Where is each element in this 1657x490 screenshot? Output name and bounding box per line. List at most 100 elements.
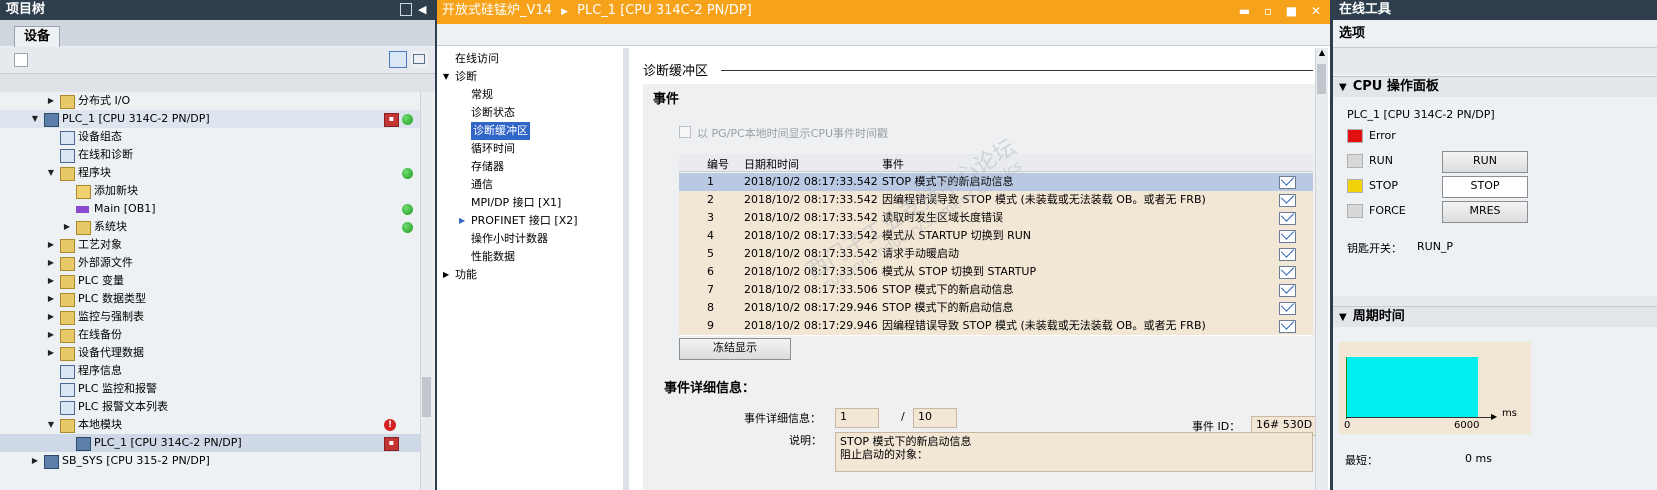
collapsed-icon[interactable]: ▶: [46, 272, 56, 290]
tree-item[interactable]: ▶ PLC 变量: [0, 272, 420, 290]
expanded-icon[interactable]: ▼: [30, 110, 40, 128]
mode-button-stop[interactable]: STOP: [1442, 176, 1528, 198]
section-title: 诊断缓冲区: [643, 64, 709, 79]
scroll-up-icon[interactable]: ▲: [1317, 48, 1327, 62]
tree-item[interactable]: Main [OB1]: [0, 200, 420, 218]
key-switch-label: 钥匙开关：: [1347, 242, 1402, 255]
tree-item[interactable]: ▼ 程序块: [0, 164, 420, 182]
collapse-cycle-time-icon[interactable]: ▼: [1339, 312, 1347, 323]
section-rule: [721, 70, 1313, 71]
tree-item[interactable]: ▼ 本地模块!: [0, 416, 420, 434]
tree-item[interactable]: ▶ 系统块: [0, 218, 420, 236]
table-row[interactable]: 2 2018/10/2 08:17:33.542 因编程错误导致 STOP 模式 (…: [679, 191, 1313, 210]
table-row[interactable]: 9 2018/10/2 08:17:29.946 因编程错误导致 STOP 模式 (…: [679, 317, 1313, 336]
led-stop: [1347, 179, 1363, 193]
expanded-icon[interactable]: ▼: [46, 416, 56, 434]
table-view-icon[interactable]: [389, 51, 407, 68]
tree-item[interactable]: PLC_1 [CPU 314C-2 PN/DP] ▪: [0, 434, 420, 452]
collapsed-icon[interactable]: ▶: [46, 326, 56, 344]
tree-item[interactable]: 设备组态: [0, 128, 420, 146]
collapsed-icon[interactable]: ▶: [30, 452, 40, 470]
tree-header: [0, 74, 435, 92]
status-ok-icon: [402, 204, 413, 215]
mode-button-run[interactable]: RUN: [1442, 151, 1528, 173]
collapsed-icon[interactable]: ▶: [46, 254, 56, 272]
collapsed-icon[interactable]: ▶: [62, 218, 72, 236]
tree-item[interactable]: 在线和诊断: [0, 146, 420, 164]
collapsed-icon[interactable]: ▶: [46, 308, 56, 326]
open-block-icon[interactable]: [1279, 194, 1296, 207]
open-block-icon[interactable]: [1279, 266, 1296, 279]
cell-datetime: 2018/10/2 08:17:33.542: [744, 193, 878, 206]
tree-item[interactable]: 添加新块: [0, 182, 420, 200]
open-block-icon[interactable]: [1279, 320, 1296, 333]
collapse-panel-icon[interactable]: ◀: [418, 3, 426, 16]
open-block-icon[interactable]: [1279, 284, 1296, 297]
tree-item[interactable]: ▶ 分布式 I/O: [0, 92, 420, 110]
content-scroll-thumb[interactable]: [1317, 64, 1326, 94]
tree-item[interactable]: ▶ 外部源文件: [0, 254, 420, 272]
collapsed-icon[interactable]: ▶: [46, 290, 56, 308]
new-item-icon[interactable]: [14, 53, 28, 67]
description-line-2: 阻止启动的对象：: [840, 448, 928, 461]
open-block-icon[interactable]: [1279, 212, 1296, 225]
expanded-icon[interactable]: ▼: [46, 164, 56, 182]
collapsed-icon[interactable]: ▶: [46, 344, 56, 362]
event-details-label: 事件详细信息：: [744, 412, 821, 425]
table-row[interactable]: 8 2018/10/2 08:17:29.946 STOP 模式下的新启动信息: [679, 299, 1313, 318]
tab-devices[interactable]: 设备: [14, 26, 60, 47]
tab-strip: [0, 20, 435, 46]
table-row[interactable]: 4 2018/10/2 08:17:33.542 模式从 STARTUP 切换到 R…: [679, 227, 1313, 246]
open-block-icon[interactable]: [1279, 302, 1296, 315]
shortest-label: 最短：: [1345, 454, 1378, 467]
tree-item-label: 本地模块: [78, 418, 122, 431]
split-view-icon[interactable]: [400, 3, 412, 16]
content-scrollbar[interactable]: ▲: [1315, 48, 1328, 490]
tree-item[interactable]: ▶ 设备代理数据: [0, 344, 420, 362]
tree-item[interactable]: ▼ PLC_1 [CPU 314C-2 PN/DP] ▪: [0, 110, 420, 128]
tree-item[interactable]: ▶ SB_SYS [CPU 315-2 PN/DP]: [0, 452, 420, 470]
tree-scroll-thumb[interactable]: [422, 377, 431, 417]
tree-item[interactable]: ▶ 工艺对象: [0, 236, 420, 254]
cpu-panel-header[interactable]: ▼ CPU 操作面板: [1333, 76, 1657, 97]
col-number-header[interactable]: 编号: [707, 156, 729, 172]
breadcrumb-project[interactable]: 开放式硅锰炉_V14: [442, 3, 552, 18]
tree-item[interactable]: ▶ 在线备份: [0, 326, 420, 344]
open-block-icon[interactable]: [1279, 176, 1296, 189]
open-block-icon[interactable]: [1279, 248, 1296, 261]
tree-scrollbar[interactable]: [420, 92, 433, 490]
collapsed-icon[interactable]: ▶: [46, 236, 56, 254]
tree-item-label: PLC 变量: [78, 274, 124, 287]
collapsed-icon[interactable]: ▶: [46, 92, 56, 110]
tree-item[interactable]: 程序信息: [0, 362, 420, 380]
table-row[interactable]: 7 2018/10/2 08:17:33.506 STOP 模式下的新启动信息: [679, 281, 1313, 300]
status-ok-icon: [402, 168, 413, 179]
col-datetime-header[interactable]: 日期和时间: [744, 156, 799, 172]
collapsed-icon[interactable]: ▶: [443, 266, 449, 284]
event-details-index[interactable]: 1: [835, 408, 879, 428]
freeze-display-button[interactable]: 冻结显示: [679, 338, 791, 360]
expanded-icon[interactable]: ▼: [443, 68, 449, 86]
table-row[interactable]: 6 2018/10/2 08:17:33.506 模式从 STOP 切换到 STAR…: [679, 263, 1313, 282]
local-time-checkbox[interactable]: [679, 126, 691, 138]
online-tools-title: 在线工具: [1333, 0, 1657, 20]
mode-button-mres[interactable]: MRES: [1442, 201, 1528, 223]
led-run: [1347, 154, 1363, 168]
breadcrumb-plc[interactable]: PLC_1 [CPU 314C-2 PN/DP]: [577, 3, 752, 18]
table-row[interactable]: 5 2018/10/2 08:17:33.542 请求手动暖启动: [679, 245, 1313, 264]
table-row[interactable]: 3 2018/10/2 08:17:33.542 读取时发生区域长度错误: [679, 209, 1313, 228]
open-block-icon[interactable]: [1279, 230, 1296, 243]
collapsed-icon[interactable]: ▶: [459, 212, 465, 230]
tree-item[interactable]: ▶ 监控与强制表: [0, 308, 420, 326]
led-force: [1347, 204, 1363, 218]
window-controls[interactable]: ▬ ▫ ■ ✕: [1239, 0, 1326, 22]
collapse-cpu-panel-icon[interactable]: ▼: [1339, 82, 1347, 93]
tree-item[interactable]: ▶ PLC 数据类型: [0, 290, 420, 308]
tree-item[interactable]: PLC 报警文本列表: [0, 398, 420, 416]
grid-settings-icon[interactable]: [411, 51, 428, 68]
col-event-header[interactable]: 事件: [882, 156, 904, 172]
cycle-time-header[interactable]: ▼ 周期时间: [1333, 306, 1657, 327]
editor-panel: 开放式硅锰炉_V14 ▶ PLC_1 [CPU 314C-2 PN/DP] ▬ …: [437, 0, 1330, 490]
tree-item[interactable]: PLC 监控和报警: [0, 380, 420, 398]
cycle-time-bar: [1346, 357, 1478, 417]
